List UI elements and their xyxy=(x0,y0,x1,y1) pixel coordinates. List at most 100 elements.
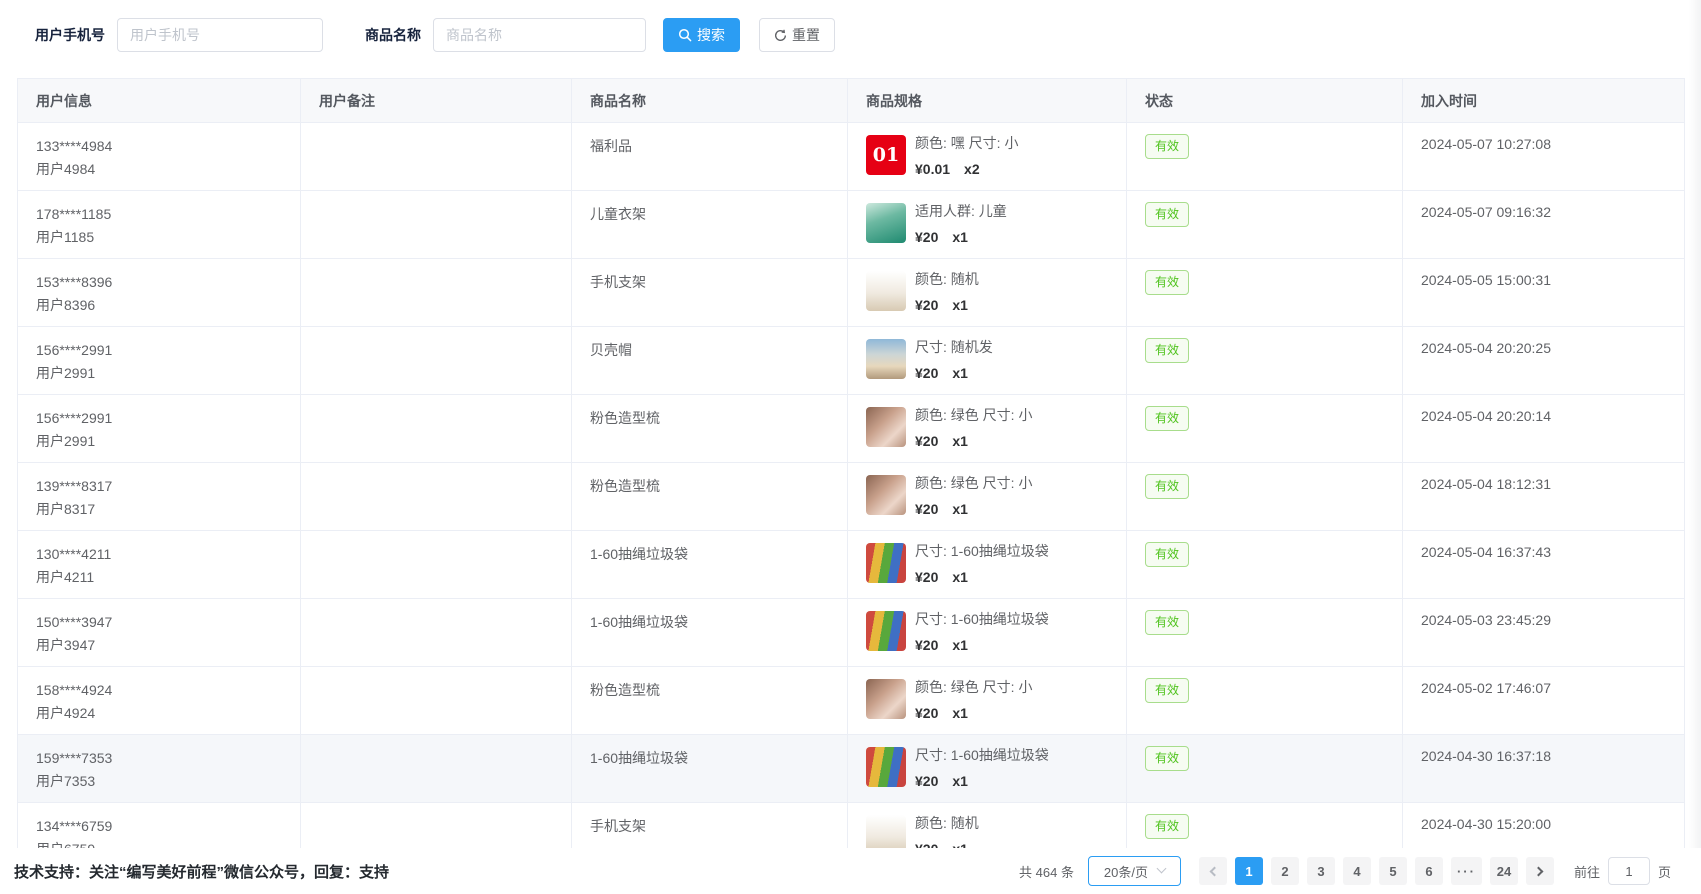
product-thumbnail xyxy=(866,679,906,719)
product-name-cell: 1-60抽绳垃圾袋 xyxy=(572,531,848,599)
orders-table-body: 133****4984 用户4984 福利品 01 颜色: 嘿 尺寸: 小 ¥0… xyxy=(18,123,1685,871)
user-phone: 156****2991 xyxy=(36,340,284,360)
user-name: 用户4984 xyxy=(36,159,284,179)
user-name: 用户1185 xyxy=(36,227,284,247)
spec-text: 颜色: 绿色 尺寸: 小 xyxy=(915,679,1032,695)
join-time-cell: 2024-05-04 20:20:25 xyxy=(1403,327,1685,395)
user-phone: 158****4924 xyxy=(36,680,284,700)
product-name-input[interactable] xyxy=(433,18,646,52)
page-number-button[interactable]: 5 xyxy=(1379,857,1407,885)
product-spec-cell: 适用人群: 儿童 ¥20 x1 xyxy=(848,191,1127,259)
user-name: 用户2991 xyxy=(36,431,284,451)
status-badge: 有效 xyxy=(1145,270,1189,295)
price: ¥20 xyxy=(915,229,938,245)
spec-text: 颜色: 绿色 尺寸: 小 xyxy=(915,407,1032,423)
phone-input[interactable] xyxy=(117,18,323,52)
product-thumbnail xyxy=(866,611,906,651)
spec-text: 颜色: 随机 xyxy=(915,815,979,831)
page-number-button[interactable]: 2 xyxy=(1271,857,1299,885)
table-row: 133****4984 用户4984 福利品 01 颜色: 嘿 尺寸: 小 ¥0… xyxy=(18,123,1685,191)
join-time-cell: 2024-05-04 18:12:31 xyxy=(1403,463,1685,531)
spec-text: 尺寸: 1-60抽绳垃圾袋 xyxy=(915,611,1049,627)
user-phone: 133****4984 xyxy=(36,136,284,156)
user-remark-cell xyxy=(301,463,572,531)
next-page-button[interactable] xyxy=(1526,857,1554,885)
status-badge: 有效 xyxy=(1145,746,1189,771)
quantity: x1 xyxy=(952,297,968,313)
product-spec-cell: 颜色: 绿色 尺寸: 小 ¥20x1 xyxy=(848,667,1127,735)
product-name-label: 商品名称 xyxy=(365,25,421,45)
status-badge: 有效 xyxy=(1145,610,1189,635)
col-header-user-remark: 用户备注 xyxy=(301,79,572,123)
page-number-button[interactable]: 6 xyxy=(1415,857,1443,885)
phone-label: 用户手机号 xyxy=(35,25,105,45)
col-header-product-name: 商品名称 xyxy=(572,79,848,123)
user-remark-cell xyxy=(301,191,572,259)
page-number-button[interactable]: ··· xyxy=(1451,857,1482,885)
status-badge: 有效 xyxy=(1145,338,1189,363)
user-phone: 156****2991 xyxy=(36,408,284,428)
table-row: 178****1185 用户1185 儿童衣架 适用人群: 儿童 ¥20x1 有… xyxy=(18,191,1685,259)
product-thumbnail xyxy=(866,271,906,311)
table-row: 156****2991 用户2991 贝壳帽 尺寸: 随机发 ¥20x1 有效 … xyxy=(18,327,1685,395)
search-button-label: 搜索 xyxy=(697,25,725,45)
status-cell: 有效 xyxy=(1127,123,1403,191)
user-remark-cell xyxy=(301,599,572,667)
status-badge: 有效 xyxy=(1145,542,1189,567)
price: ¥20 xyxy=(915,297,938,313)
product-name-cell: 1-60抽绳垃圾袋 xyxy=(572,735,848,803)
join-time-cell: 2024-05-04 20:20:14 xyxy=(1403,395,1685,463)
spec-text: 颜色: 嘿 尺寸: 小 xyxy=(915,135,1018,151)
col-header-product-spec: 商品规格 xyxy=(848,79,1127,123)
price: ¥20 xyxy=(915,569,938,585)
user-phone: 130****4211 xyxy=(36,544,284,564)
quantity: x2 xyxy=(964,161,980,177)
goto-page-input[interactable] xyxy=(1608,857,1650,885)
page-size-select[interactable]: 20条/页 xyxy=(1088,856,1181,886)
col-header-status: 状态 xyxy=(1127,79,1403,123)
quantity: x1 xyxy=(952,501,968,517)
spec-text: 颜色: 随机 xyxy=(915,271,979,287)
user-name: 用户2991 xyxy=(36,363,284,383)
table-row: 150****3947 用户3947 1-60抽绳垃圾袋 尺寸: 1-60抽绳垃… xyxy=(18,599,1685,667)
quantity: x1 xyxy=(952,229,968,245)
user-remark-cell xyxy=(301,735,572,803)
user-info-cell: 158****4924 用户4924 xyxy=(18,667,301,735)
product-name-cell: 粉色造型梳 xyxy=(572,463,848,531)
pagination: 共 464 条 20条/页 1 2 3 4 5 6 ··· 24 前往 页 xyxy=(1019,856,1671,886)
user-info-cell: 156****2991 用户2991 xyxy=(18,395,301,463)
status-badge: 有效 xyxy=(1145,814,1189,839)
join-time-cell: 2024-05-05 15:00:31 xyxy=(1403,259,1685,327)
spec-text: 尺寸: 随机发 xyxy=(915,339,993,355)
search-button[interactable]: 搜索 xyxy=(663,18,740,52)
user-name: 用户4211 xyxy=(36,567,284,587)
product-spec-cell: 颜色: 随机 ¥20 x1 xyxy=(848,259,1127,327)
user-info-cell: 139****8317 用户8317 xyxy=(18,463,301,531)
search-bar: 用户手机号 商品名称 搜索 重置 xyxy=(35,18,1701,52)
join-time-cell: 2024-05-04 16:37:43 xyxy=(1403,531,1685,599)
pager-pages: 1 2 3 4 5 6 ··· 24 xyxy=(1231,857,1522,885)
user-remark-cell xyxy=(301,667,572,735)
status-cell: 有效 xyxy=(1127,531,1403,599)
status-badge: 有效 xyxy=(1145,406,1189,431)
page-number-button[interactable]: 3 xyxy=(1307,857,1335,885)
prev-page-button[interactable] xyxy=(1199,857,1227,885)
spec-text: 适用人群: 儿童 xyxy=(915,203,1007,219)
price: ¥20 xyxy=(915,501,938,517)
reset-button[interactable]: 重置 xyxy=(759,18,835,52)
user-remark-cell xyxy=(301,123,572,191)
table-header-row: 用户信息 用户备注 商品名称 商品规格 状态 加入时间 xyxy=(18,79,1685,123)
page-number-button[interactable]: 4 xyxy=(1343,857,1371,885)
user-info-cell: 156****2991 用户2991 xyxy=(18,327,301,395)
status-badge: 有效 xyxy=(1145,474,1189,499)
join-time-cell: 2024-04-30 16:37:18 xyxy=(1403,735,1685,803)
table-row: 158****4924 用户4924 粉色造型梳 颜色: 绿色 尺寸: 小 ¥2… xyxy=(18,667,1685,735)
page-number-button[interactable]: 24 xyxy=(1490,857,1518,885)
product-thumbnail xyxy=(866,339,906,379)
user-phone: 178****1185 xyxy=(36,204,284,224)
table-row: 153****8396 用户8396 手机支架 颜色: 随机 ¥20x1 有效 … xyxy=(18,259,1685,327)
user-remark-cell xyxy=(301,259,572,327)
page-number-button[interactable]: 1 xyxy=(1235,857,1263,885)
product-thumbnail: 01 xyxy=(866,135,906,175)
product-name-cell: 贝壳帽 xyxy=(572,327,848,395)
